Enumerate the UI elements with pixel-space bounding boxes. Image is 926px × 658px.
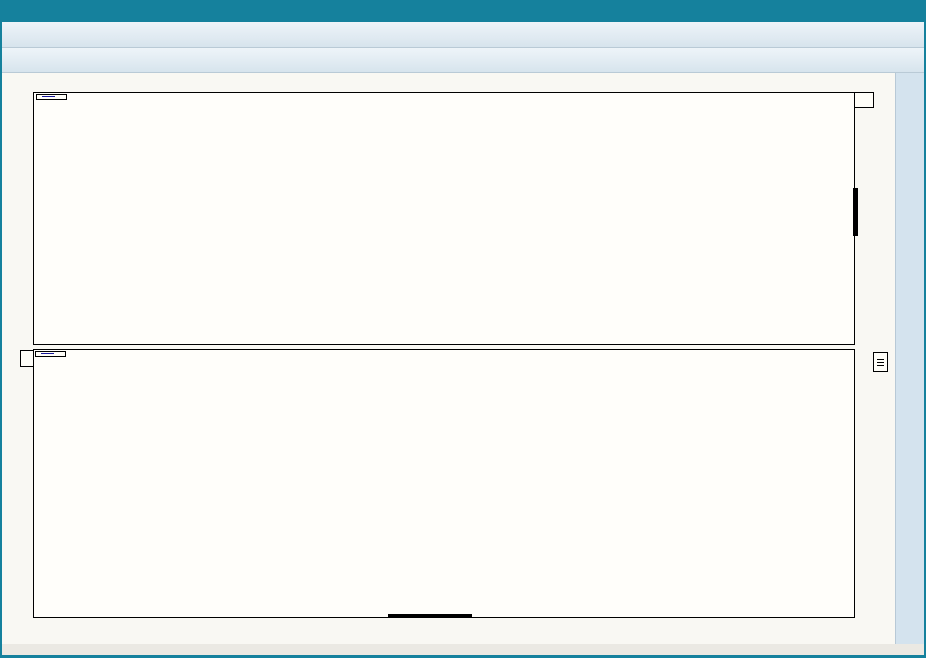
bottom-axis-scroll-thumb[interactable]	[388, 614, 472, 618]
window-titlebar[interactable]	[0, 0, 926, 22]
cmo-legend[interactable]	[35, 351, 66, 357]
right-axis-scroll-thumb[interactable]	[853, 188, 858, 236]
cmo-legend-line-swatch	[41, 353, 54, 354]
app-window	[0, 0, 926, 658]
price-legend-line-swatch	[42, 96, 55, 97]
percent-axis-box[interactable]	[854, 92, 874, 108]
cmo-pane[interactable]	[33, 349, 855, 618]
price-pane[interactable]	[33, 92, 855, 345]
drawing-toolbar	[895, 73, 924, 645]
chart-workspace	[2, 73, 895, 645]
price-chart-svg	[34, 93, 854, 344]
toolbar-main	[2, 22, 924, 48]
pane-handle[interactable]	[20, 350, 34, 367]
toolbar-secondary	[2, 48, 924, 73]
pane-grip-icon[interactable]	[873, 352, 888, 372]
cmo-chart-svg	[34, 350, 854, 617]
statusbar	[2, 644, 924, 655]
window-border-left	[0, 22, 2, 655]
price-legend[interactable]	[36, 94, 67, 100]
